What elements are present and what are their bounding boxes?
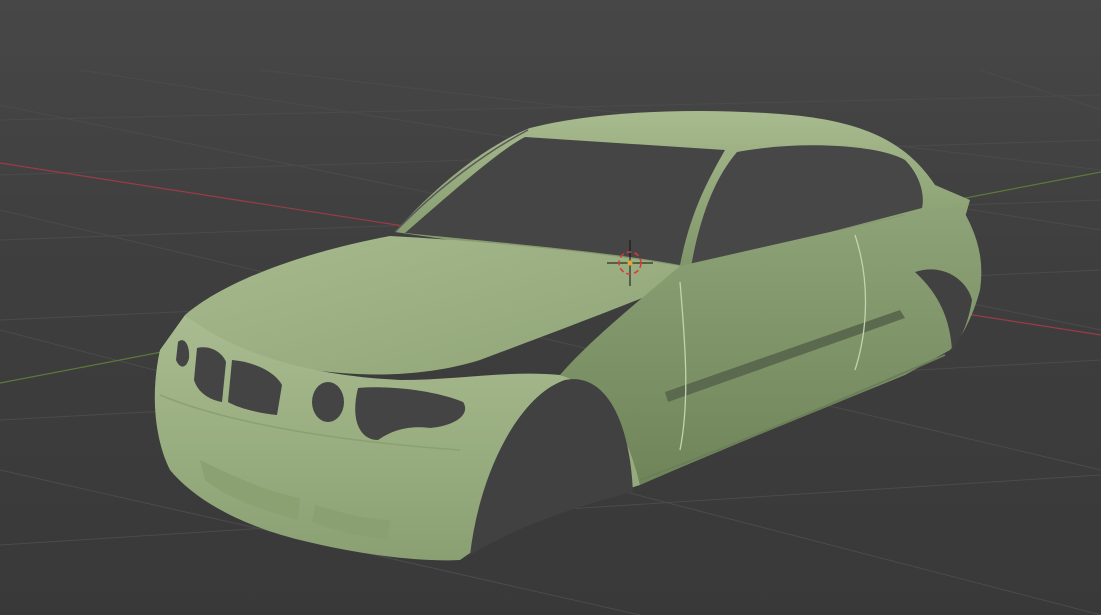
headlight-round-opening: [312, 382, 344, 422]
viewport-scene[interactable]: [0, 0, 1101, 615]
3d-viewport[interactable]: [0, 0, 1101, 615]
car-body-mesh[interactable]: [154, 110, 982, 561]
